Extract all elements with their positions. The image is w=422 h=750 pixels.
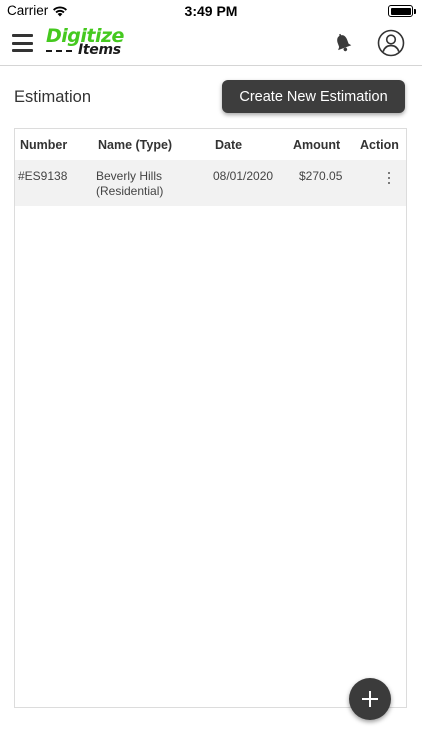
cell-number: #ES9138 [18,169,68,183]
column-header-number: Number [20,138,68,152]
more-vertical-icon[interactable] [383,170,395,186]
create-new-estimation-button[interactable]: Create New Estimation [222,80,405,113]
user-profile-icon[interactable] [377,29,405,57]
column-header-amount: Amount [293,138,341,152]
battery-icon [388,5,416,17]
cell-date: 08/01/2020 [213,169,274,183]
add-fab-button[interactable] [349,678,391,720]
column-header-date: Date [215,138,243,152]
hamburger-menu-icon[interactable] [12,34,33,52]
cell-amount: $270.05 [299,169,343,183]
cell-name-type: Beverly Hills (Residential) [96,169,196,199]
table-row[interactable]: #ES9138 Beverly Hills (Residential) 08/0… [15,160,406,206]
logo-text-secondary: Items [78,42,121,58]
logo-speed-lines [46,50,72,52]
table-header: Number Name (Type) Date Amount Action [15,129,406,160]
app-header: Digitize Items [0,22,422,66]
page-title: Estimation [14,88,92,106]
bell-icon[interactable] [332,32,354,54]
app-logo[interactable]: Digitize Items [44,25,130,63]
cell-name: Beverly Hills [96,169,163,183]
estimation-table: Number Name (Type) Date Amount Action #E… [14,128,407,708]
status-time: 3:49 PM [184,3,238,19]
column-header-action: Action [360,138,399,152]
status-bar: Carrier 3:49 PM [0,0,422,22]
column-header-name-type: Name (Type) [98,138,173,152]
cell-type: (Residential) [96,184,164,198]
